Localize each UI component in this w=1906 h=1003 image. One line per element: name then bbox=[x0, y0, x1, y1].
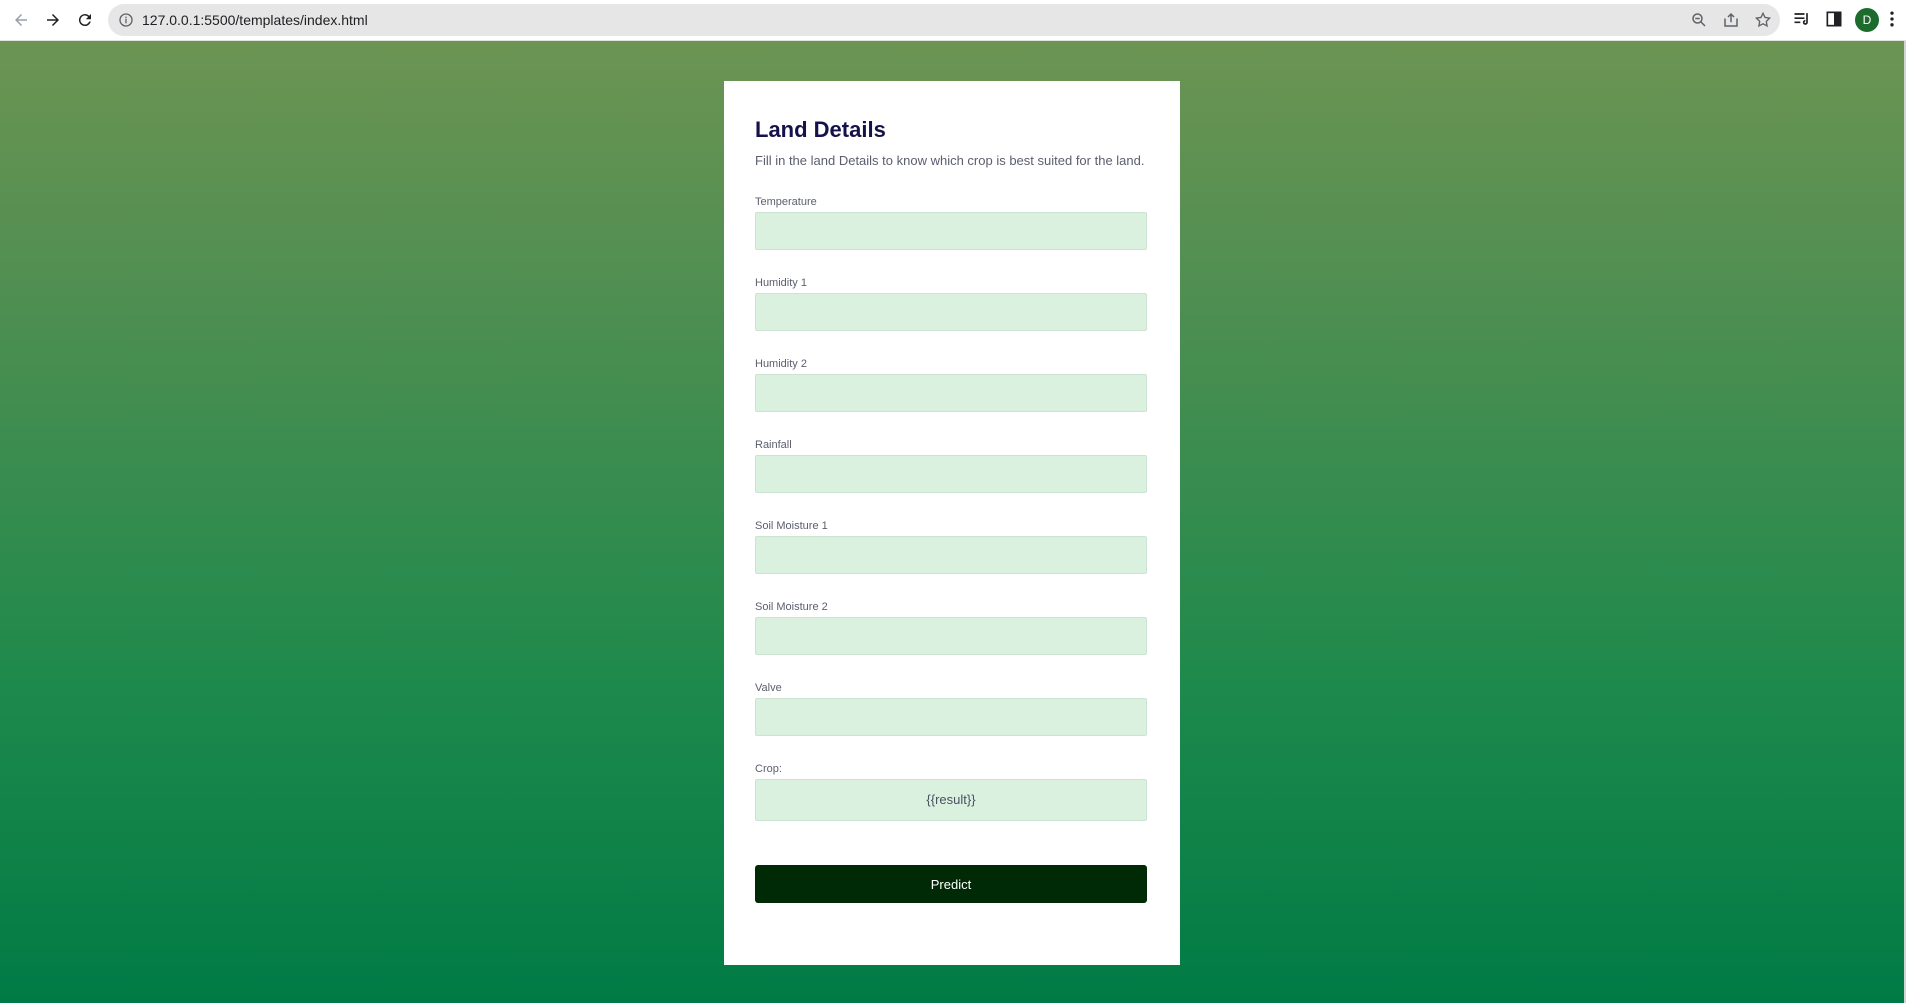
valve-input[interactable] bbox=[755, 698, 1147, 736]
humidity-1-label: Humidity 1 bbox=[755, 277, 807, 289]
soil-moisture-1-input[interactable] bbox=[755, 536, 1147, 574]
profile-avatar[interactable]: D bbox=[1855, 8, 1879, 32]
humidity-2-label: Humidity 2 bbox=[755, 358, 807, 370]
crop-result: {{result}} bbox=[755, 779, 1147, 821]
menu-button[interactable] bbox=[1888, 9, 1902, 29]
back-icon bbox=[15, 14, 27, 26]
form-fields: Temperature Humidity 1 Humidity 2 Rainfa… bbox=[755, 194, 1148, 903]
share-button[interactable] bbox=[1722, 11, 1740, 29]
rainfall-input[interactable] bbox=[755, 455, 1147, 493]
kebab-menu-icon bbox=[1890, 11, 1894, 27]
reload-icon bbox=[78, 14, 91, 27]
zoom-icon bbox=[1692, 13, 1706, 27]
reading-list-icon bbox=[1794, 13, 1808, 25]
valve-label: Valve bbox=[755, 682, 782, 694]
url-text[interactable]: 127.0.0.1:5500/templates/index.html bbox=[142, 4, 368, 36]
browser-toolbar: 127.0.0.1:5500/templates/index.html D bbox=[0, 0, 1906, 41]
reading-list-button[interactable] bbox=[1792, 9, 1812, 29]
address-bar[interactable]: 127.0.0.1:5500/templates/index.html bbox=[108, 4, 1780, 36]
form-description: Fill in the land Details to know which c… bbox=[755, 153, 1145, 168]
temperature-label: Temperature bbox=[755, 196, 817, 208]
predict-button[interactable]: Predict bbox=[755, 865, 1147, 903]
share-icon bbox=[1724, 12, 1738, 27]
crop-label: Crop: bbox=[755, 763, 782, 775]
bookmark-star-icon bbox=[1754, 11, 1772, 28]
rainfall-label: Rainfall bbox=[755, 439, 792, 451]
bookmark-button[interactable] bbox=[1754, 11, 1772, 29]
reload-button[interactable] bbox=[72, 7, 98, 33]
soil-moisture-1-label: Soil Moisture 1 bbox=[755, 520, 828, 532]
form-title: Land Details bbox=[755, 117, 886, 142]
forward-button[interactable] bbox=[40, 7, 66, 33]
side-panel-button[interactable] bbox=[1824, 9, 1844, 29]
info-icon[interactable] bbox=[118, 12, 134, 28]
back-button[interactable] bbox=[8, 7, 34, 33]
land-details-card: Land Details Fill in the land Details to… bbox=[724, 81, 1180, 965]
side-panel-icon bbox=[1826, 11, 1842, 27]
forward-icon bbox=[47, 14, 59, 26]
temperature-input[interactable] bbox=[755, 212, 1147, 250]
humidity-2-input[interactable] bbox=[755, 374, 1147, 412]
soil-moisture-2-label: Soil Moisture 2 bbox=[755, 601, 828, 613]
soil-moisture-2-input[interactable] bbox=[755, 617, 1147, 655]
page-background: Land Details Fill in the land Details to… bbox=[0, 41, 1906, 1003]
zoom-button[interactable] bbox=[1690, 11, 1708, 29]
humidity-1-input[interactable] bbox=[755, 293, 1147, 331]
